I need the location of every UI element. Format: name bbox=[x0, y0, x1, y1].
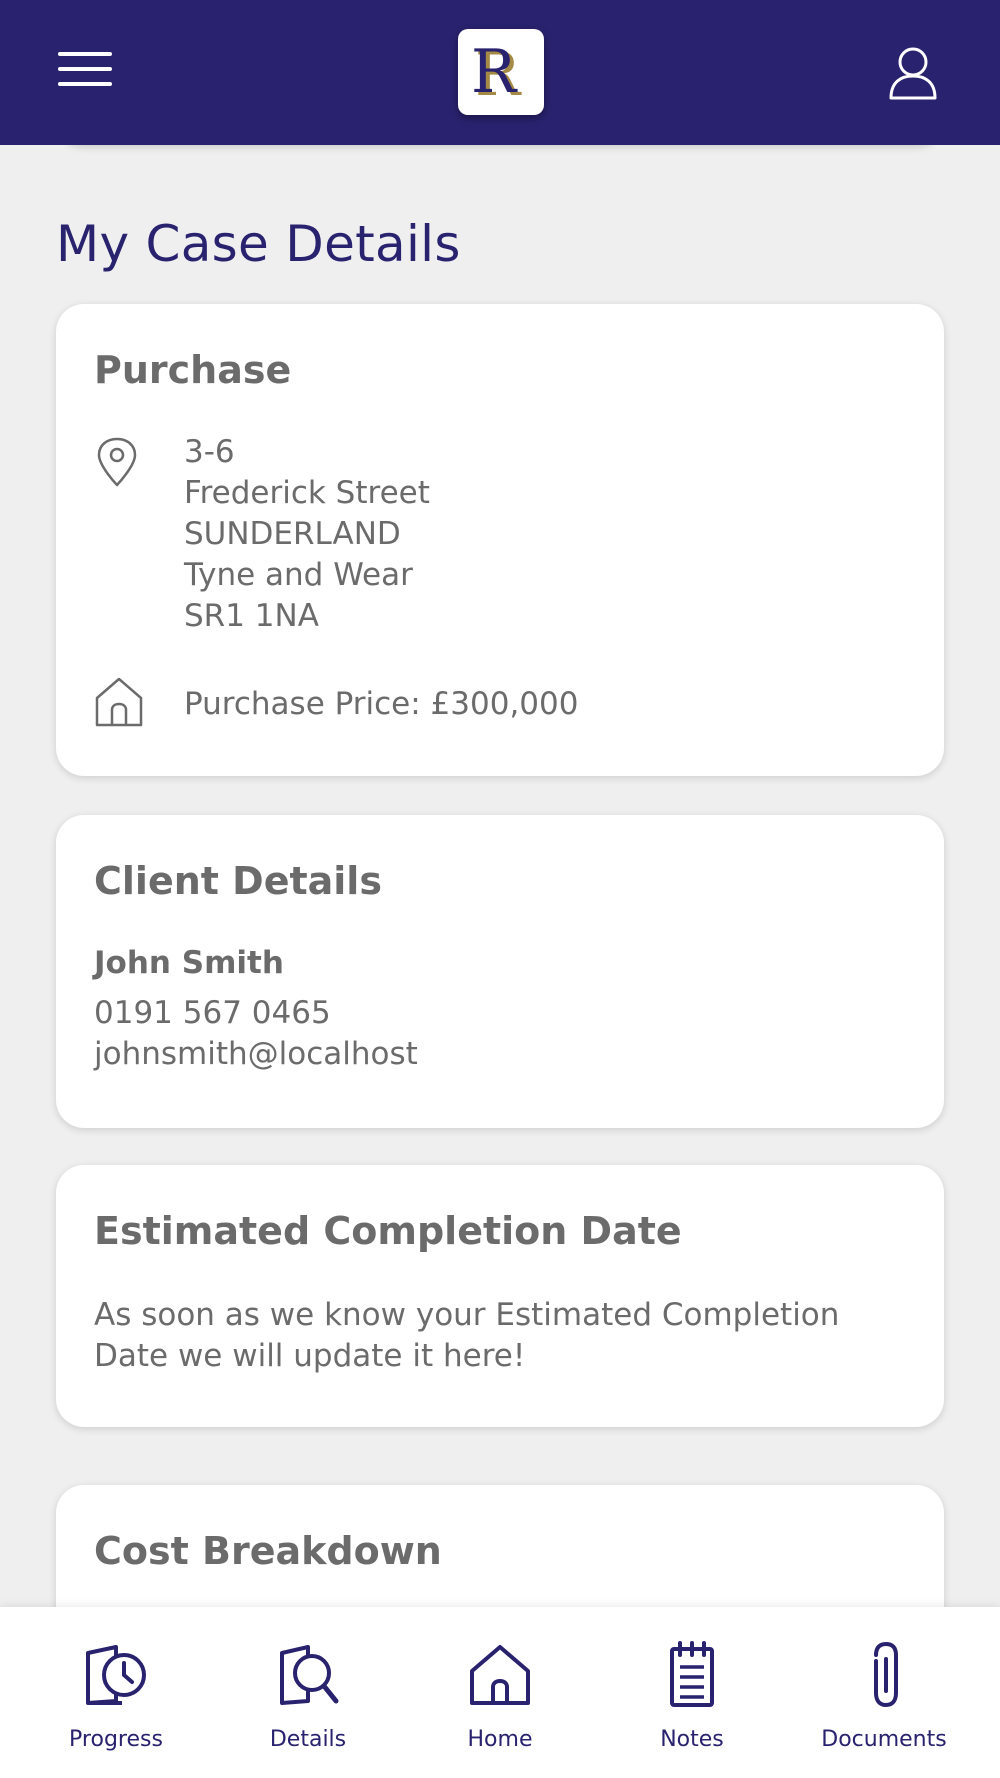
nav-notes-label: Notes bbox=[660, 1727, 724, 1752]
app-screen: R R My Case Details Purchase 3-6 Frederi… bbox=[0, 0, 1000, 1778]
nav-details-label: Details bbox=[269, 1727, 347, 1752]
address-line: SUNDERLAND bbox=[184, 516, 401, 552]
cost-breakdown-card[interactable]: Cost Breakdown bbox=[56, 1485, 944, 1607]
top-app-bar: R R bbox=[0, 0, 1000, 145]
cost-card-title: Cost Breakdown bbox=[94, 1529, 442, 1573]
case-details-scroll-area[interactable]: My Case Details Purchase 3-6 Frederick S… bbox=[0, 145, 1000, 1607]
page-title: My Case Details bbox=[56, 215, 461, 273]
progress-clock-icon bbox=[86, 1645, 146, 1705]
logo-r-icon: R R bbox=[471, 37, 522, 110]
client-email: johnsmith@localhost bbox=[94, 1036, 418, 1072]
home-icon bbox=[470, 1645, 530, 1705]
nav-home[interactable]: Home bbox=[404, 1607, 596, 1778]
nav-progress-label: Progress bbox=[69, 1727, 163, 1752]
completion-message: As soon as we know your Estimated Comple… bbox=[94, 1297, 840, 1374]
address-line: Frederick Street bbox=[184, 475, 430, 511]
notepad-icon bbox=[670, 1641, 714, 1707]
client-details-card: Client Details John Smith 0191 567 0465 … bbox=[56, 815, 944, 1128]
nav-documents-label: Documents bbox=[821, 1727, 947, 1752]
property-address: 3-6 Frederick Street SUNDERLAND Tyne and… bbox=[184, 432, 430, 637]
bottom-navigation: Progress Details Home Notes Documents bbox=[0, 1607, 1000, 1778]
house-icon bbox=[95, 677, 143, 727]
address-line: SR1 1NA bbox=[184, 598, 319, 634]
client-name: John Smith bbox=[94, 945, 284, 981]
details-search-icon bbox=[280, 1645, 339, 1705]
map-pin-icon bbox=[97, 437, 137, 487]
address-line: Tyne and Wear bbox=[184, 557, 413, 593]
user-profile-icon[interactable] bbox=[888, 46, 938, 100]
brand-logo[interactable]: R R bbox=[458, 29, 544, 115]
paperclip-icon bbox=[874, 1641, 898, 1708]
completion-date-card: Estimated Completion Date As soon as we … bbox=[56, 1165, 944, 1427]
logo-letter: R bbox=[471, 37, 518, 107]
purchase-card: Purchase 3-6 Frederick Street SUNDERLAND… bbox=[56, 304, 944, 776]
client-phone: 0191 567 0465 bbox=[94, 995, 331, 1031]
completion-card-title: Estimated Completion Date bbox=[94, 1209, 682, 1253]
address-line: 3-6 bbox=[184, 434, 235, 470]
hamburger-menu-icon[interactable] bbox=[58, 50, 114, 90]
nav-home-label: Home bbox=[467, 1727, 533, 1752]
purchase-card-title: Purchase bbox=[94, 348, 292, 392]
purchase-price: Purchase Price: £300,000 bbox=[184, 686, 579, 722]
nav-progress[interactable]: Progress bbox=[20, 1607, 212, 1778]
nav-documents[interactable]: Documents bbox=[788, 1607, 980, 1778]
client-card-title: Client Details bbox=[94, 859, 382, 903]
nav-details[interactable]: Details bbox=[212, 1607, 404, 1778]
nav-notes[interactable]: Notes bbox=[596, 1607, 788, 1778]
